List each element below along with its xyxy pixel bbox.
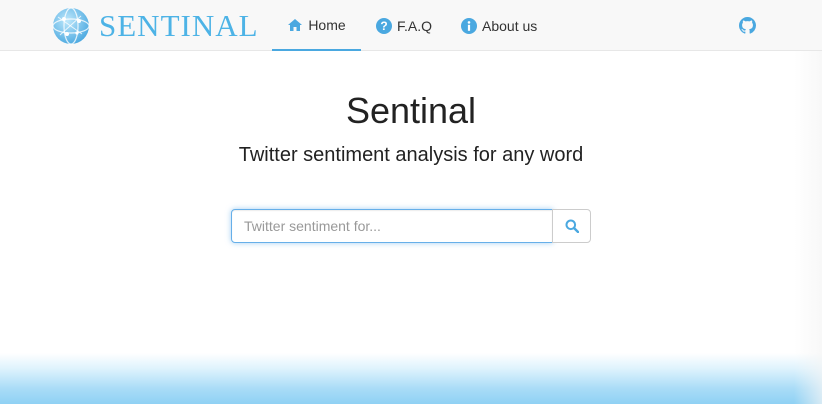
- svg-text:?: ?: [380, 19, 387, 33]
- page-subtitle: Twitter sentiment analysis for any word: [238, 144, 584, 166]
- globe-network-icon: [52, 7, 90, 45]
- question-circle-icon: ?: [376, 17, 392, 34]
- search-input[interactable]: [231, 209, 553, 243]
- scrollbar-shadow: [794, 51, 822, 404]
- nav-item-about-label: About us: [482, 17, 538, 34]
- info-circle-icon: [461, 17, 477, 34]
- nav-item-about[interactable]: About us: [461, 0, 537, 51]
- nav-item-faq[interactable]: ? F.A.Q: [376, 0, 432, 51]
- brand-name: SENTINAL: [99, 8, 259, 43]
- nav-item-faq-label: F.A.Q: [397, 17, 433, 34]
- nav-item-home[interactable]: Home: [272, 0, 361, 51]
- github-link[interactable]: [739, 0, 756, 51]
- footer-gradient-band: [0, 353, 822, 404]
- top-navbar: SENTINAL Home ? F.A.Q About us: [0, 0, 822, 51]
- search-button[interactable]: [552, 209, 591, 243]
- search-icon: [565, 219, 579, 233]
- page-title: Sentinal: [345, 90, 477, 131]
- home-icon: [288, 18, 303, 31]
- nav-item-home-label: Home: [308, 16, 346, 33]
- github-icon: [739, 17, 756, 34]
- brand-logo[interactable]: SENTINAL: [52, 7, 259, 45]
